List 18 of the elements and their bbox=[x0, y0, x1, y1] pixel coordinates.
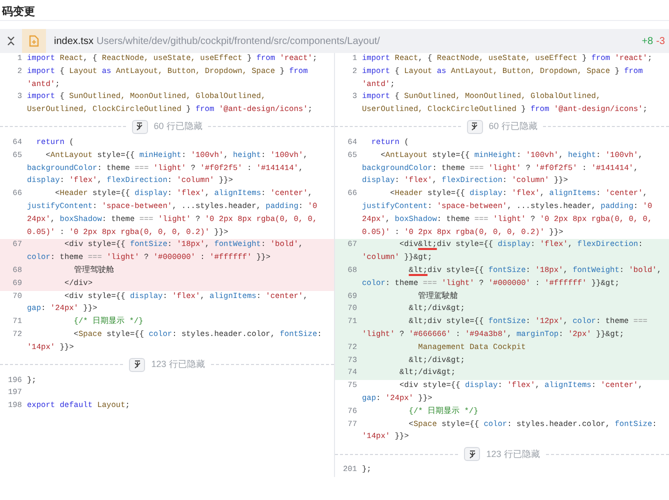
hidden-lines-label: 123 行已隐藏 bbox=[151, 358, 205, 372]
expand-icon bbox=[132, 360, 142, 370]
file-path: Users/white/dev/github/cockpit/frontend/src/components/Layout/ bbox=[96, 36, 381, 46]
file-icon bbox=[22, 29, 46, 53]
expand-icon bbox=[470, 122, 480, 132]
page-title: 码变更 bbox=[2, 6, 35, 18]
hidden-lines-label: 60 行已隐藏 bbox=[154, 120, 202, 134]
file-name: index.tsx bbox=[54, 36, 94, 46]
expand-icon bbox=[135, 122, 144, 132]
deletions-count: -3 bbox=[656, 36, 665, 46]
expand-icon bbox=[468, 450, 477, 459]
expand-button[interactable] bbox=[132, 120, 148, 134]
expand-button[interactable] bbox=[464, 447, 480, 462]
additions-count: +8 bbox=[642, 36, 654, 46]
expand-button[interactable] bbox=[129, 358, 146, 372]
expand-button[interactable] bbox=[466, 120, 483, 134]
hidden-lines-label: 123 行已隐藏 bbox=[486, 448, 540, 461]
hidden-lines-label: 60 行已隐藏 bbox=[488, 120, 538, 134]
